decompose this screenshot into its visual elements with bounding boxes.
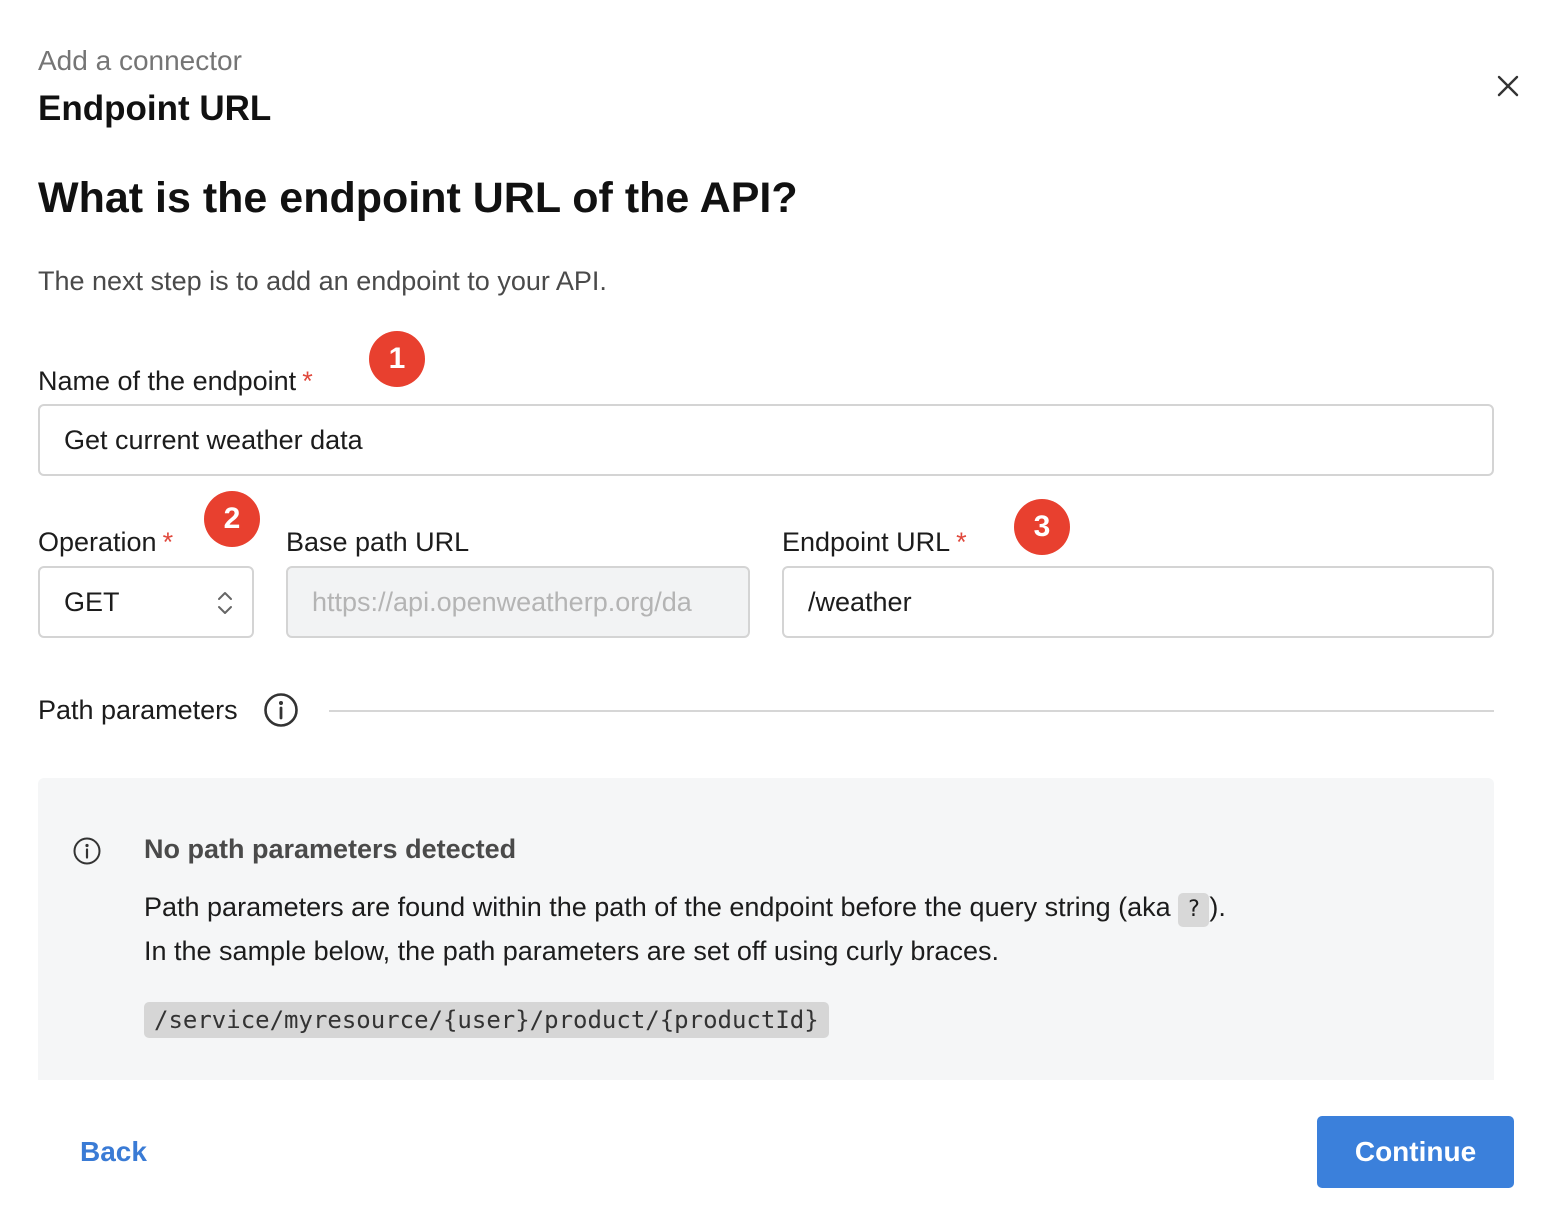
panel-text-line-1: Path parameters are found within the pat… xyxy=(144,890,1226,927)
required-marker: * xyxy=(302,366,313,396)
endpoint-url-label: Endpoint URL * xyxy=(782,525,967,559)
inline-code-question-mark: ? xyxy=(1178,893,1210,927)
required-marker: * xyxy=(162,527,174,557)
endpoint-name-label-text: Name of the endpoint xyxy=(38,366,297,396)
annotation-badge-3: 3 xyxy=(1014,499,1070,555)
endpoint-name-value: Get current weather data xyxy=(64,424,363,455)
panel-title: No path parameters detected xyxy=(144,834,517,864)
select-arrows-icon xyxy=(218,592,232,614)
path-parameters-header: Path parameters xyxy=(38,690,1494,732)
page-description: The next step is to add an endpoint to y… xyxy=(38,266,607,296)
page-heading: What is the endpoint URL of the API? xyxy=(38,174,798,222)
endpoint-name-label: Name of the endpoint * xyxy=(38,364,313,398)
endpoint-url-label-text: Endpoint URL xyxy=(782,527,951,557)
info-icon[interactable] xyxy=(263,692,299,728)
annotation-badge-1: 1 xyxy=(369,331,425,387)
endpoint-url-input[interactable]: /weather xyxy=(782,566,1494,638)
path-parameters-info-panel: No path parameters detected Path paramet… xyxy=(38,778,1494,1080)
panel-text-line-2: In the sample below, the path parameters… xyxy=(144,936,999,966)
operation-label-text: Operation xyxy=(38,527,157,557)
operation-select[interactable]: GET xyxy=(38,566,254,638)
endpoint-name-input[interactable]: Get current weather data xyxy=(38,404,1494,476)
base-path-input: https://api.openweatherp.org/da xyxy=(286,566,750,638)
add-connector-modal: Add a connector Endpoint URL What is the… xyxy=(0,0,1556,1230)
base-path-label: Base path URL xyxy=(286,527,470,557)
panel-text-line-1-start: Path parameters are found within the pat… xyxy=(144,892,1171,922)
endpoint-url-value: /weather xyxy=(808,586,912,617)
continue-button[interactable]: Continue xyxy=(1317,1116,1514,1188)
code-sample: /service/myresource/{user}/product/{prod… xyxy=(144,1002,829,1038)
operation-value: GET xyxy=(64,586,120,617)
path-parameters-label: Path parameters xyxy=(38,695,238,725)
operation-label: Operation * xyxy=(38,525,173,559)
base-path-value: https://api.openweatherp.org/da xyxy=(312,586,692,617)
close-icon xyxy=(1497,75,1519,97)
annotation-badge-2: 2 xyxy=(204,491,260,547)
required-marker: * xyxy=(956,527,967,557)
info-icon xyxy=(73,837,101,865)
close-button[interactable] xyxy=(1488,66,1528,106)
panel-text-line-1-end: ). xyxy=(1209,892,1226,922)
step-title: Endpoint URL xyxy=(38,89,272,128)
modal-eyebrow: Add a connector xyxy=(38,45,242,76)
section-divider xyxy=(329,710,1494,712)
back-button[interactable]: Back xyxy=(80,1134,147,1170)
